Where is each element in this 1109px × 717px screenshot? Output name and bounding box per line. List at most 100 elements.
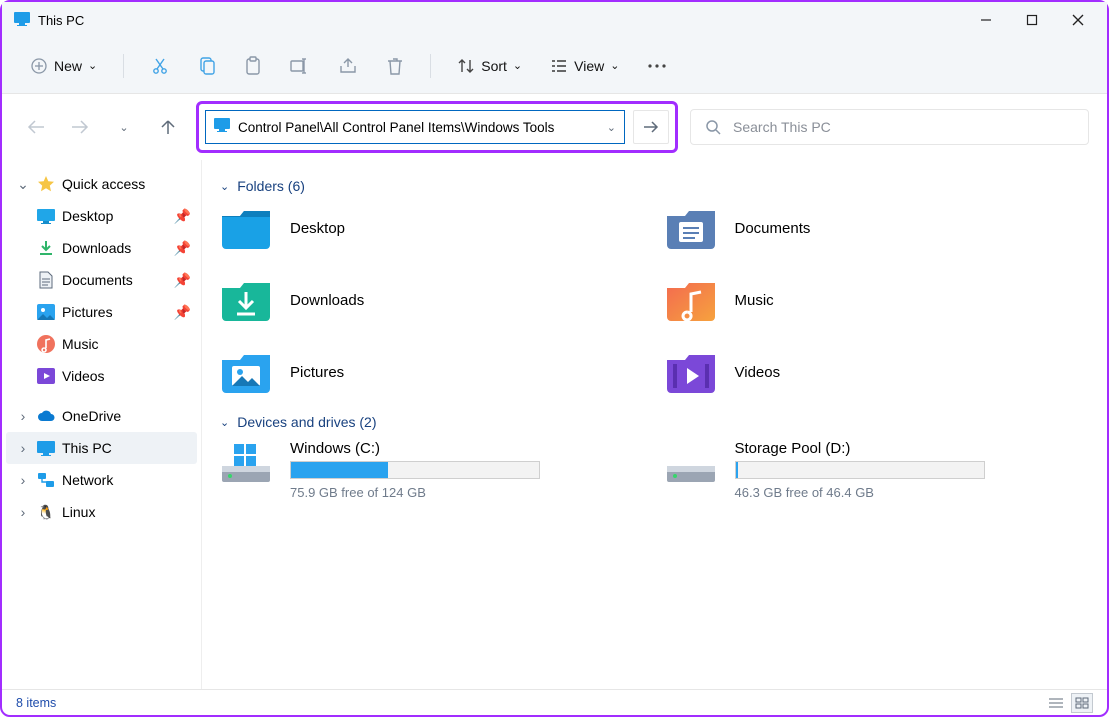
close-button[interactable] [1055, 2, 1101, 38]
toolbar-divider [430, 54, 431, 78]
view-button[interactable]: View ⌄ [540, 48, 629, 84]
quick-access-label: Quick access [62, 176, 145, 192]
folder-documents-icon [665, 204, 717, 252]
recent-locations-button[interactable]: ⌄ [108, 111, 140, 143]
search-input[interactable] [733, 119, 1074, 135]
drive-free-text: 46.3 GB free of 46.4 GB [735, 485, 985, 500]
share-button[interactable] [328, 48, 368, 84]
forward-button[interactable] [64, 111, 96, 143]
sidebar-item-label: Music [62, 336, 99, 352]
rename-button[interactable] [280, 48, 320, 84]
drive-label: Windows (C:) [290, 440, 540, 457]
folder-label: Documents [735, 220, 811, 237]
chevron-right-icon: › [16, 408, 30, 424]
view-icon [550, 57, 568, 75]
chevron-down-icon[interactable]: ⌄ [607, 121, 616, 134]
folder-pictures[interactable]: Pictures [220, 348, 645, 396]
tux-icon: 🐧 [36, 502, 56, 522]
toolbar-divider [123, 54, 124, 78]
sidebar-item-desktop[interactable]: Desktop 📌 [6, 200, 197, 232]
folder-videos-icon [665, 348, 717, 396]
folder-label: Pictures [290, 364, 344, 381]
clipboard-icon [244, 56, 262, 76]
sidebar-item-documents[interactable]: Documents 📌 [6, 264, 197, 296]
title-bar: This PC [2, 2, 1107, 38]
sidebar-item-downloads[interactable]: Downloads 📌 [6, 232, 197, 264]
onedrive-label: OneDrive [62, 408, 121, 424]
drive-d[interactable]: Storage Pool (D:) 46.3 GB free of 46.4 G… [665, 440, 1090, 500]
folder-desktop[interactable]: Desktop [220, 204, 645, 252]
sidebar-linux[interactable]: › 🐧 Linux [6, 496, 197, 528]
trash-icon [386, 56, 404, 76]
sort-icon [457, 57, 475, 75]
scissors-icon [150, 56, 170, 76]
up-button[interactable] [152, 111, 184, 143]
chevron-right-icon: › [16, 504, 30, 520]
tiles-view-button[interactable] [1071, 693, 1093, 713]
sidebar-onedrive[interactable]: › OneDrive [6, 400, 197, 432]
this-pc-label: This PC [62, 440, 112, 456]
chevron-down-icon: ⌄ [513, 59, 522, 72]
drive-c[interactable]: Windows (C:) 75.9 GB free of 124 GB [220, 440, 645, 500]
folder-music[interactable]: Music [665, 276, 1090, 324]
content-area: ⌄ Folders (6) Desktop Documents Download… [202, 160, 1107, 689]
new-button[interactable]: New ⌄ [20, 48, 107, 84]
folder-documents[interactable]: Documents [665, 204, 1090, 252]
folder-label: Downloads [290, 292, 364, 309]
go-button[interactable] [633, 110, 669, 144]
folder-pictures-icon [220, 348, 272, 396]
rename-icon [290, 57, 310, 75]
folder-label: Music [735, 292, 774, 309]
copy-button[interactable] [188, 48, 226, 84]
music-icon [36, 334, 56, 354]
folders-section-header[interactable]: ⌄ Folders (6) [220, 178, 1089, 194]
delete-button[interactable] [376, 48, 414, 84]
drive-usage-bar [290, 461, 540, 479]
copy-icon [198, 56, 216, 76]
sidebar-item-pictures[interactable]: Pictures 📌 [6, 296, 197, 328]
folder-videos[interactable]: Videos [665, 348, 1090, 396]
search-box[interactable] [690, 109, 1089, 145]
drives-section-header[interactable]: ⌄ Devices and drives (2) [220, 414, 1089, 430]
search-icon [705, 119, 721, 135]
sidebar-item-music[interactable]: Music [6, 328, 197, 360]
folder-label: Videos [735, 364, 781, 381]
ellipsis-icon [647, 63, 667, 69]
details-view-button[interactable] [1045, 693, 1067, 713]
sidebar-item-videos[interactable]: Videos [6, 360, 197, 392]
address-highlight: ⌄ [196, 101, 678, 153]
cut-button[interactable] [140, 48, 180, 84]
sidebar-this-pc[interactable]: › This PC [6, 432, 197, 464]
chevron-right-icon: › [16, 472, 30, 488]
paste-button[interactable] [234, 48, 272, 84]
chevron-down-icon: ⌄ [610, 59, 619, 72]
this-pc-icon [14, 12, 30, 29]
document-icon [36, 270, 56, 290]
back-button[interactable] [20, 111, 52, 143]
folder-label: Desktop [290, 220, 345, 237]
sidebar-quick-access[interactable]: ⌄ Quick access [6, 168, 197, 200]
plus-circle-icon [30, 57, 48, 75]
sidebar-network[interactable]: › Network [6, 464, 197, 496]
sidebar-item-label: Documents [62, 272, 133, 288]
drives-section-label: Devices and drives (2) [237, 414, 376, 430]
address-bar[interactable]: ⌄ [205, 110, 625, 144]
more-button[interactable] [637, 48, 677, 84]
folder-downloads[interactable]: Downloads [220, 276, 645, 324]
folder-downloads-icon [220, 276, 272, 324]
chevron-down-icon: ⌄ [220, 180, 229, 193]
maximize-button[interactable] [1009, 2, 1055, 38]
this-pc-icon [214, 118, 230, 137]
nav-row: ⌄ ⌄ [2, 94, 1107, 160]
new-label: New [54, 58, 82, 74]
address-input[interactable] [238, 111, 599, 143]
chevron-down-icon: ⌄ [220, 416, 229, 429]
minimize-button[interactable] [963, 2, 1009, 38]
sort-button[interactable]: Sort ⌄ [447, 48, 532, 84]
chevron-down-icon: ⌄ [88, 59, 97, 72]
status-item-count: 8 items [16, 696, 56, 710]
pin-icon: 📌 [174, 240, 191, 257]
drive-usage-bar [735, 461, 985, 479]
network-label: Network [62, 472, 113, 488]
network-icon [36, 470, 56, 490]
